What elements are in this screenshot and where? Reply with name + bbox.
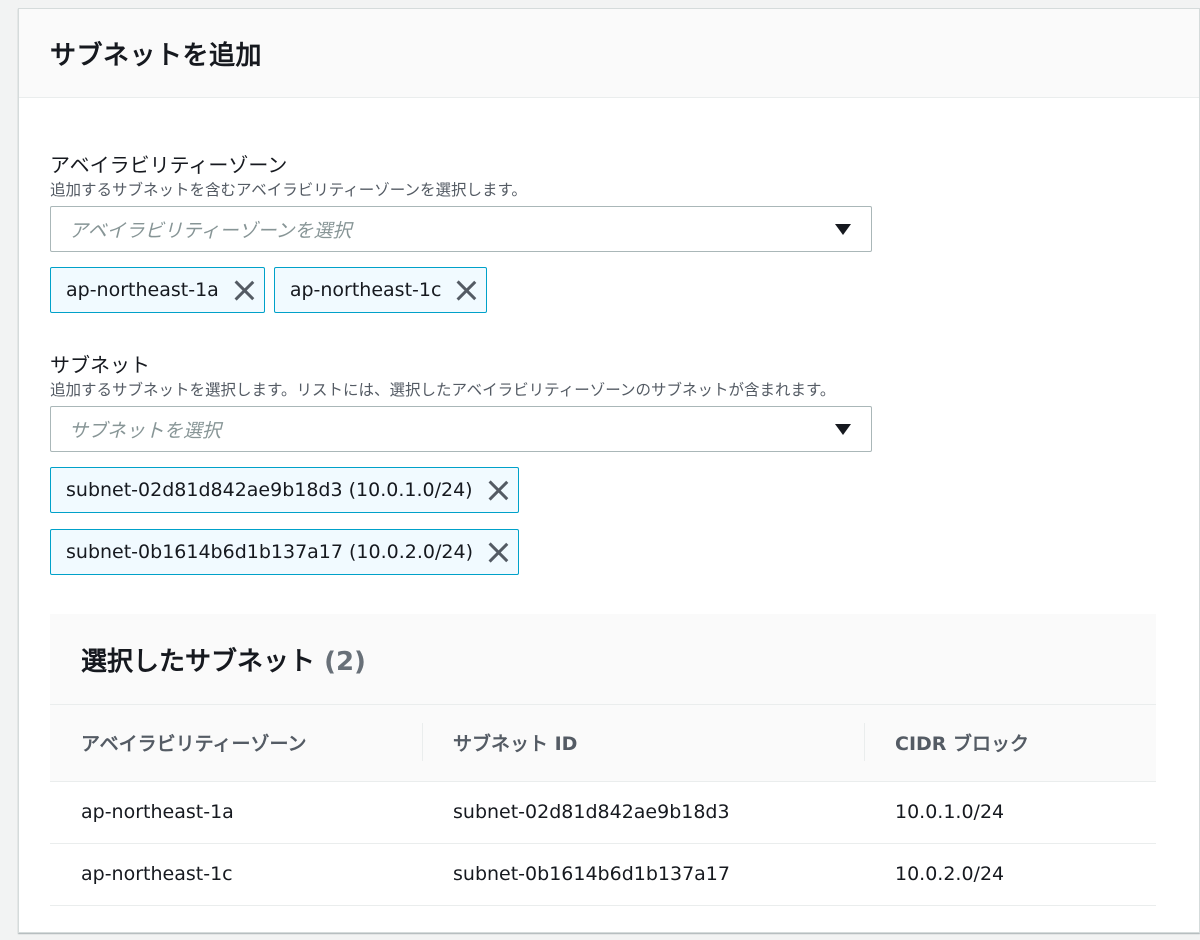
token-az-1c: ap-northeast-1c	[273, 267, 488, 313]
close-icon[interactable]	[487, 541, 509, 563]
availability-zone-field: アベイラビリティーゾーン 追加するサブネットを含むアベイラビリティーゾーンを選択…	[50, 152, 872, 313]
table-header: 選択したサブネット (2)	[50, 614, 1156, 705]
caret-down-icon	[835, 423, 851, 435]
cell-cidr: 10.0.2.0/24	[864, 843, 1156, 906]
cell-subnet-id: subnet-0b1614b6d1b137a17	[422, 843, 864, 906]
table-header-row: アベイラビリティーゾーン サブネット ID CIDR ブロック	[50, 705, 1156, 782]
table-row: ap-northeast-1c subnet-0b1614b6d1b137a17…	[50, 843, 1156, 906]
subnet-label: サブネット	[50, 353, 150, 377]
cell-az: ap-northeast-1c	[50, 843, 422, 906]
close-icon[interactable]	[455, 279, 477, 301]
token-label: subnet-0b1614b6d1b137a17 (10.0.2.0/24)	[66, 541, 473, 563]
cell-az: ap-northeast-1a	[50, 781, 422, 844]
table-title-text: 選択したサブネット	[81, 646, 316, 677]
subnet-description: 追加するサブネットを選択します。リストには、選択したアベイラビリティーゾーンのサ…	[50, 381, 836, 399]
availability-zone-placeholder: アベイラビリティーゾーンを選択	[69, 219, 352, 242]
caret-down-icon	[835, 223, 851, 235]
availability-zone-tokens: ap-northeast-1a ap-northeast-1c	[50, 267, 872, 313]
availability-zone-select[interactable]: アベイラビリティーゾーンを選択	[50, 206, 872, 252]
availability-zone-description: 追加するサブネットを含むアベイラビリティーゾーンを選択します。	[50, 181, 527, 199]
token-label: subnet-02d81d842ae9b18d3 (10.0.1.0/24)	[66, 479, 473, 501]
table-count: (2)	[324, 646, 366, 677]
subnet-select[interactable]: サブネットを選択	[50, 406, 872, 452]
token-label: ap-northeast-1a	[66, 279, 219, 301]
selected-subnets-table: 選択したサブネット (2) アベイラビリティーゾーン サブネット ID CIDR…	[50, 614, 1156, 906]
subnet-placeholder: サブネットを選択	[69, 419, 222, 442]
column-header-az: アベイラビリティーゾーン	[50, 705, 422, 782]
panel-header: サブネットを追加	[19, 9, 1199, 98]
panel-title: サブネットを追加	[50, 40, 263, 71]
column-header-cidr: CIDR ブロック	[864, 705, 1156, 782]
close-icon[interactable]	[487, 479, 509, 501]
availability-zone-label: アベイラビリティーゾーン	[50, 153, 288, 177]
add-subnet-panel: サブネットを追加 アベイラビリティーゾーン 追加するサブネットを含むアベイラビリ…	[18, 8, 1200, 933]
cell-subnet-id: subnet-02d81d842ae9b18d3	[422, 781, 864, 844]
column-header-subnet-id: サブネット ID	[422, 705, 864, 782]
close-icon[interactable]	[233, 279, 255, 301]
token-subnet-1: subnet-02d81d842ae9b18d3 (10.0.1.0/24)	[50, 467, 519, 513]
table-title: 選択したサブネット (2)	[81, 641, 366, 678]
cell-cidr: 10.0.1.0/24	[864, 781, 1156, 844]
table-row: ap-northeast-1a subnet-02d81d842ae9b18d3…	[50, 781, 1156, 844]
subnet-field: サブネット 追加するサブネットを選択します。リストには、選択したアベイラビリティ…	[50, 352, 872, 575]
token-az-1a: ap-northeast-1a	[50, 267, 265, 313]
subnets-table: アベイラビリティーゾーン サブネット ID CIDR ブロック ap-north…	[50, 705, 1156, 906]
token-subnet-2: subnet-0b1614b6d1b137a17 (10.0.2.0/24)	[50, 529, 519, 575]
token-label: ap-northeast-1c	[289, 279, 442, 301]
subnet-tokens: subnet-02d81d842ae9b18d3 (10.0.1.0/24) s…	[50, 467, 872, 575]
